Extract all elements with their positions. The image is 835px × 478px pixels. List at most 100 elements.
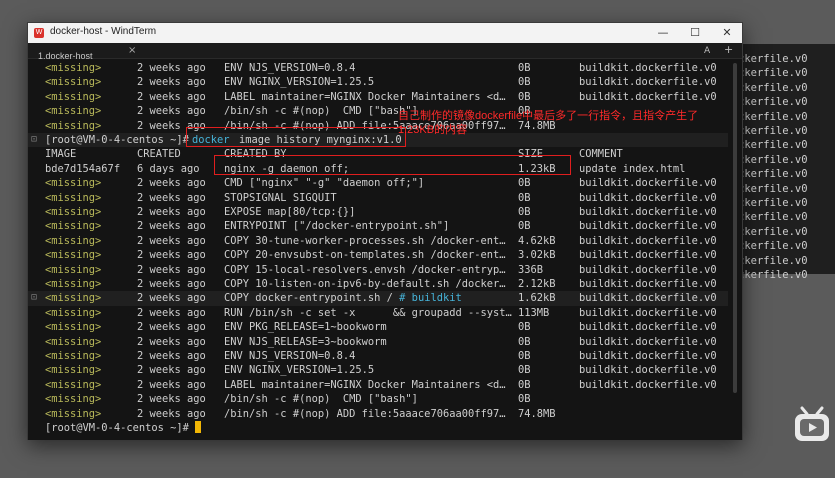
created-time-cell: 2 weeks ago (137, 393, 206, 406)
created-time-cell: 6 days ago (137, 162, 200, 175)
fold-marker-icon[interactable]: ⊡ (31, 134, 37, 145)
created-time-cell: 2 weeks ago (137, 335, 206, 348)
image-id-cell: bde7d154a67f (45, 162, 121, 175)
comment-cell: update index.html (579, 162, 686, 175)
table-row: <missing> 2 weeks ago COPY 30-tune-worker-… (28, 234, 728, 248)
maximize-button[interactable]: ☐ (680, 23, 710, 43)
image-id-cell: <missing> (45, 364, 102, 377)
tab-docker-host[interactable]: 1.docker-host × (32, 44, 136, 61)
comment-cell: COMMENT (579, 148, 623, 161)
comment-cell: buildkit.dockerfile.v0 (579, 191, 717, 204)
background-terminal-line: ckerfile.v0 (738, 225, 808, 238)
table-row: <missing> 2 weeks ago ENV PKG_RELEASE=1~bo… (28, 320, 728, 334)
layer-size-cell: 0B (518, 62, 531, 74)
new-layer-highlight-box (214, 155, 571, 175)
comment-cell: buildkit.dockerfile.v0 (579, 76, 717, 89)
created-by-cell: EXPOSE map[80/tcp:{}] (224, 206, 356, 218)
background-terminal-line: ckerfile.v0 (738, 81, 808, 94)
background-terminal-line: ckerfile.v0 (738, 182, 808, 195)
created-time-cell: 2 weeks ago (137, 292, 206, 305)
table-row: <missing> 2 weeks ago RUN /bin/sh -c set -… (28, 306, 728, 320)
buildkit-comment: # buildkit (399, 292, 462, 305)
background-terminal-line: ckerfile.v0 (738, 240, 808, 253)
layer-size-cell: 336B (518, 263, 544, 276)
table-row: <missing> 2 weeks ago ENV NGINX_VERSION=1.… (28, 363, 728, 377)
image-id-cell: <missing> (45, 234, 102, 247)
image-id-cell: <missing> (45, 321, 102, 334)
close-window-button[interactable]: ✕ (712, 23, 742, 43)
created-time-cell: 2 weeks ago (137, 263, 206, 276)
layer-size-cell: 2.12kB (518, 278, 556, 290)
image-id-cell: <missing> (45, 191, 102, 204)
image-id-cell: <missing> (45, 177, 102, 190)
layer-size-cell: 0B (518, 191, 531, 204)
minimize-button[interactable]: — (648, 23, 678, 43)
created-by-cell: /bin/sh -c #(nop) CMD ["bash"] (224, 393, 418, 406)
shell-prompt: [root@VM-0-4-centos ~]# (45, 421, 202, 435)
table-row: <missing> 2 weeks ago/bin/sh -c #(nop) CM… (28, 392, 728, 406)
layer-size-cell: 74.8MB (518, 407, 556, 420)
image-id-cell: <missing> (45, 76, 102, 89)
created-time-cell: 2 weeks ago (137, 378, 206, 391)
title-bar: W docker-host - WindTerm — ☐ ✕ (28, 23, 742, 43)
image-id-cell: <missing> (45, 249, 102, 262)
layer-size-cell: 0B (518, 206, 531, 218)
comment-cell: buildkit.dockerfile.v0 (579, 234, 717, 247)
created-by-cell: ENV NGINX_VERSION=1.25.5 (224, 76, 375, 89)
new-tab-button[interactable]: + (724, 43, 733, 57)
background-terminal-line: ckerfile.v0 (738, 125, 808, 137)
background-terminal-line: ckerfile.v0 (738, 67, 808, 80)
image-id-cell: <missing> (45, 393, 102, 406)
image-id-cell: <missing> (45, 306, 102, 319)
layer-size-cell: 0B (518, 335, 531, 348)
table-row: <missing> 2 weeks ago ENV NJS_RELEASE=3~bo… (28, 335, 728, 349)
tab-close-icon[interactable]: × (128, 44, 136, 58)
image-id-cell: <missing> (45, 263, 102, 276)
created-by-cell: ENTRYPOINT ["/docker-entrypoint.sh"] (224, 220, 450, 233)
created-time-cell: 2 weeks ago (137, 90, 206, 103)
table-row: <missing> 2 weeks ago COPY 20-envsubst-on-… (28, 248, 728, 262)
layer-size-cell: 0B (518, 76, 531, 89)
background-terminal-line: ckerfile.v0 (738, 139, 808, 152)
fold-marker-icon[interactable]: ⊡ (31, 292, 37, 303)
table-row: <missing> 2 weeks ago/bin/sh -c #(nop) AD… (28, 407, 728, 421)
background-terminal-line: ckerfile.v0 (738, 53, 808, 65)
comment-cell: buildkit.dockerfile.v0 (579, 90, 717, 103)
shell-prompt: [root@VM-0-4-centos ~]# (45, 134, 189, 146)
table-row: <missing> 2 weeks ago EXPOSE map[80/tcp:{}… (28, 205, 728, 219)
prompt-line: [root@VM-0-4-centos ~]# (28, 421, 728, 435)
background-terminal-line: ckerfile.v0 (738, 197, 808, 209)
image-id-cell: <missing> (45, 90, 102, 103)
created-by-cell: COPY 15-local-resolvers.envsh /docker-en… (224, 263, 506, 276)
created-by-cell: STOPSIGNAL SIGQUIT (224, 191, 337, 204)
table-row: <missing> 2 weeks ago ENV NJS_VERSION=0.8.… (28, 61, 728, 75)
background-terminal-line: ckerfile.v0 (738, 269, 808, 281)
created-by-cell: ENV PKG_RELEASE=1~bookworm (224, 321, 387, 334)
comment-cell: buildkit.dockerfile.v0 (579, 263, 717, 276)
comment-cell: buildkit.dockerfile.v0 (579, 306, 717, 319)
background-terminal-line: ckerfile.v0 (738, 153, 808, 166)
created-by-cell: COPY 20-envsubst-on-templates.sh /docker… (224, 249, 506, 262)
created-time-cell: 2 weeks ago (137, 177, 206, 190)
created-by-cell: /bin/sh -c #(nop) ADD file:5aaace706aa00… (224, 407, 506, 420)
created-by-cell: ENV NGINX_VERSION=1.25.5 (224, 364, 375, 377)
created-by-cell: ENV NJS_RELEASE=3~bookworm (224, 335, 387, 348)
windterm-window: W docker-host - WindTerm — ☐ ✕ 1.docker-… (27, 22, 743, 440)
background-terminal-line: ckerfile.v0 (738, 211, 808, 224)
comment-cell: buildkit.dockerfile.v0 (579, 62, 717, 74)
comment-cell: buildkit.dockerfile.v0 (579, 321, 717, 334)
created-time-cell: 2 weeks ago (137, 191, 206, 204)
tab-menu-button[interactable]: A (704, 44, 710, 58)
comment-cell: buildkit.dockerfile.v0 (579, 249, 717, 262)
comment-cell: buildkit.dockerfile.v0 (579, 206, 717, 218)
created-time-cell: 2 weeks ago (137, 76, 206, 89)
background-terminal-line: ckerfile.v0 (738, 168, 808, 181)
layer-size-cell: 4.62kB (518, 234, 556, 247)
comment-cell: buildkit.dockerfile.v0 (579, 292, 717, 305)
terminal-scrollbar[interactable] (733, 63, 737, 393)
image-id-cell: <missing> (45, 335, 102, 348)
command-highlight-box (186, 127, 406, 147)
image-id-cell: <missing> (45, 105, 102, 118)
table-row: <missing> 2 weeks ago ENV NGINX_VERSION=1.… (28, 75, 728, 89)
image-id-cell: <missing> (45, 292, 102, 305)
